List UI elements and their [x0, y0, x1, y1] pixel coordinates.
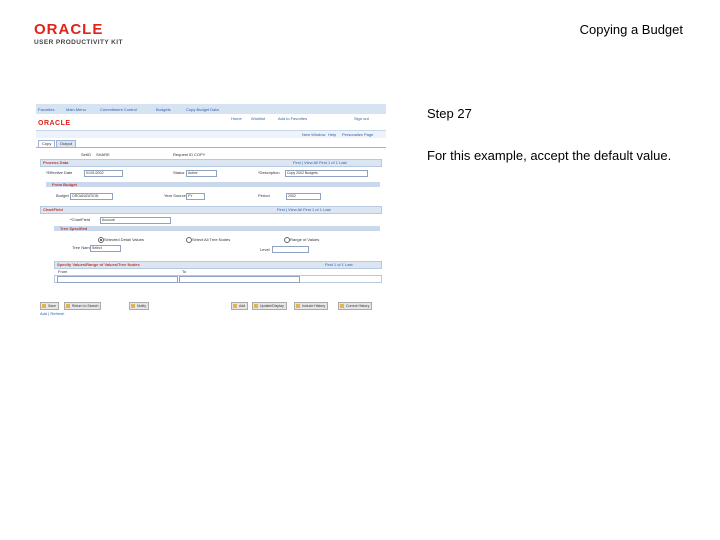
correct-history-button[interactable]: Correct History [338, 302, 373, 310]
tree-name-label: Tree Name [72, 245, 92, 250]
status-label: Status [173, 170, 185, 175]
grid-from-field[interactable] [57, 276, 178, 283]
top-navigation-bar: Favorites Main Menu Commitment Control B… [36, 104, 386, 114]
brand-bar: Home Worklist Add to Favorites Sign out [36, 114, 386, 131]
year-source-field[interactable]: FY [186, 193, 205, 200]
from-budget-subsection: From Budget [46, 182, 380, 187]
tree-specified-title: Tree Specified [60, 226, 88, 231]
nav-commitment-control[interactable]: Commitment Control [100, 107, 137, 112]
process-data-title: Process Data [43, 160, 69, 165]
grid-col-to: To [182, 269, 187, 274]
chartfield-select[interactable]: Account [100, 217, 171, 224]
return-to-search-button[interactable]: Return to Search [64, 302, 102, 310]
nav-main-menu[interactable]: Main Menu [66, 107, 86, 112]
save-icon [42, 304, 46, 308]
notify-icon [131, 304, 135, 308]
period-field[interactable]: 2002 [286, 193, 321, 200]
tree-level-label: Level [260, 247, 270, 252]
tree-level-field[interactable] [272, 246, 309, 253]
process-data-section: Process Data Find | View All First 1 of … [40, 159, 382, 167]
history-icon [296, 304, 300, 308]
setid-value: SHARE [96, 152, 110, 157]
process-data-nav[interactable]: Find | View All First 1 of 1 Last [293, 160, 347, 165]
save-button[interactable]: Save [40, 302, 59, 310]
notify-button[interactable]: Notify [129, 302, 149, 310]
include-history-button[interactable]: Include History [294, 302, 329, 310]
page-link-strip: New Window Help Personalize Page [36, 131, 386, 138]
radio-range-label: Range of Values [290, 237, 320, 242]
radio-select-all-label: Select All Tree Nodes [192, 237, 231, 242]
nav-budgets[interactable]: Budgets [156, 107, 171, 112]
oracle-logo-text: ORACLE [34, 21, 104, 38]
nav-favorites[interactable]: Favorites [38, 107, 54, 112]
header-home-link[interactable]: Home [231, 116, 242, 121]
values-grid-header: Specify Values/Range of Values/Tree Node… [54, 261, 382, 269]
personalize-page-link[interactable]: Personalize Page [342, 132, 373, 137]
request-id-value: COPY [194, 152, 206, 157]
add-icon [233, 304, 237, 308]
update-display-button[interactable]: Update/Display [252, 302, 287, 310]
request-id-label: Request ID [173, 152, 194, 157]
app-oracle-logo: ORACLE [38, 120, 71, 127]
budget-label: Budget [56, 193, 69, 198]
tree-specified-subsection: Tree Specified [54, 226, 380, 231]
application-screenshot: Favorites Main Menu Commitment Control B… [36, 104, 386, 318]
values-grid-title: Specify Values/Range of Values/Tree Node… [57, 262, 140, 267]
description-field[interactable]: Copy 2002 Budgets [285, 170, 368, 177]
nav-copy-budget-data[interactable]: Copy Budget Data [186, 107, 219, 112]
return-icon [66, 304, 70, 308]
status-select[interactable]: Active [186, 170, 217, 177]
oracle-upk-logo: ORACLE USER PRODUCTIVITY KIT [34, 22, 134, 50]
document-title: Copying a Budget [579, 22, 683, 37]
chartfield-section: ChartField Find | View All First 1 of 1 … [40, 206, 382, 214]
footer-add-refresh-link[interactable]: Add | Refresh [40, 311, 64, 316]
header-favorites-link[interactable]: Add to Favorites [278, 116, 307, 121]
update-icon [254, 304, 258, 308]
period-label: Period [258, 193, 270, 198]
budget-field[interactable]: ORGANIZATION [70, 193, 113, 200]
from-budget-title: From Budget [52, 182, 77, 187]
tree-name-select[interactable]: Select [90, 245, 121, 252]
correct-history-icon [340, 304, 344, 308]
values-grid-row [54, 275, 382, 283]
setid-label: SetID [81, 152, 92, 157]
effective-date-field[interactable]: 01/01/2002 [84, 170, 123, 177]
help-link[interactable]: Help [328, 132, 336, 137]
description-label: *Description [258, 170, 280, 175]
header-worklist-link[interactable]: Worklist [251, 116, 265, 121]
chartfield-nav[interactable]: Find | View All First 1 of 1 Last [277, 207, 331, 212]
add-button[interactable]: Add [231, 302, 249, 310]
chartfield-label: *ChartField [70, 217, 91, 222]
values-grid-nav[interactable]: First 1 of 1 Last [325, 262, 353, 267]
step-instruction: For this example, accept the default val… [427, 148, 672, 163]
chartfield-title: ChartField [43, 207, 63, 212]
radio-selected-detail-label: Selected Detail Values [104, 237, 144, 242]
header-signout-link[interactable]: Sign out [354, 116, 369, 121]
grid-col-from: From [58, 269, 68, 274]
tab-divider [36, 147, 386, 148]
step-number: Step 27 [427, 106, 472, 121]
new-window-link[interactable]: New Window [302, 132, 325, 137]
grid-to-field[interactable] [179, 276, 300, 283]
year-source-label: Year Source [164, 193, 186, 198]
upk-logo-subtext: USER PRODUCTIVITY KIT [34, 39, 123, 46]
effective-date-label: *Effective Date [46, 170, 73, 175]
